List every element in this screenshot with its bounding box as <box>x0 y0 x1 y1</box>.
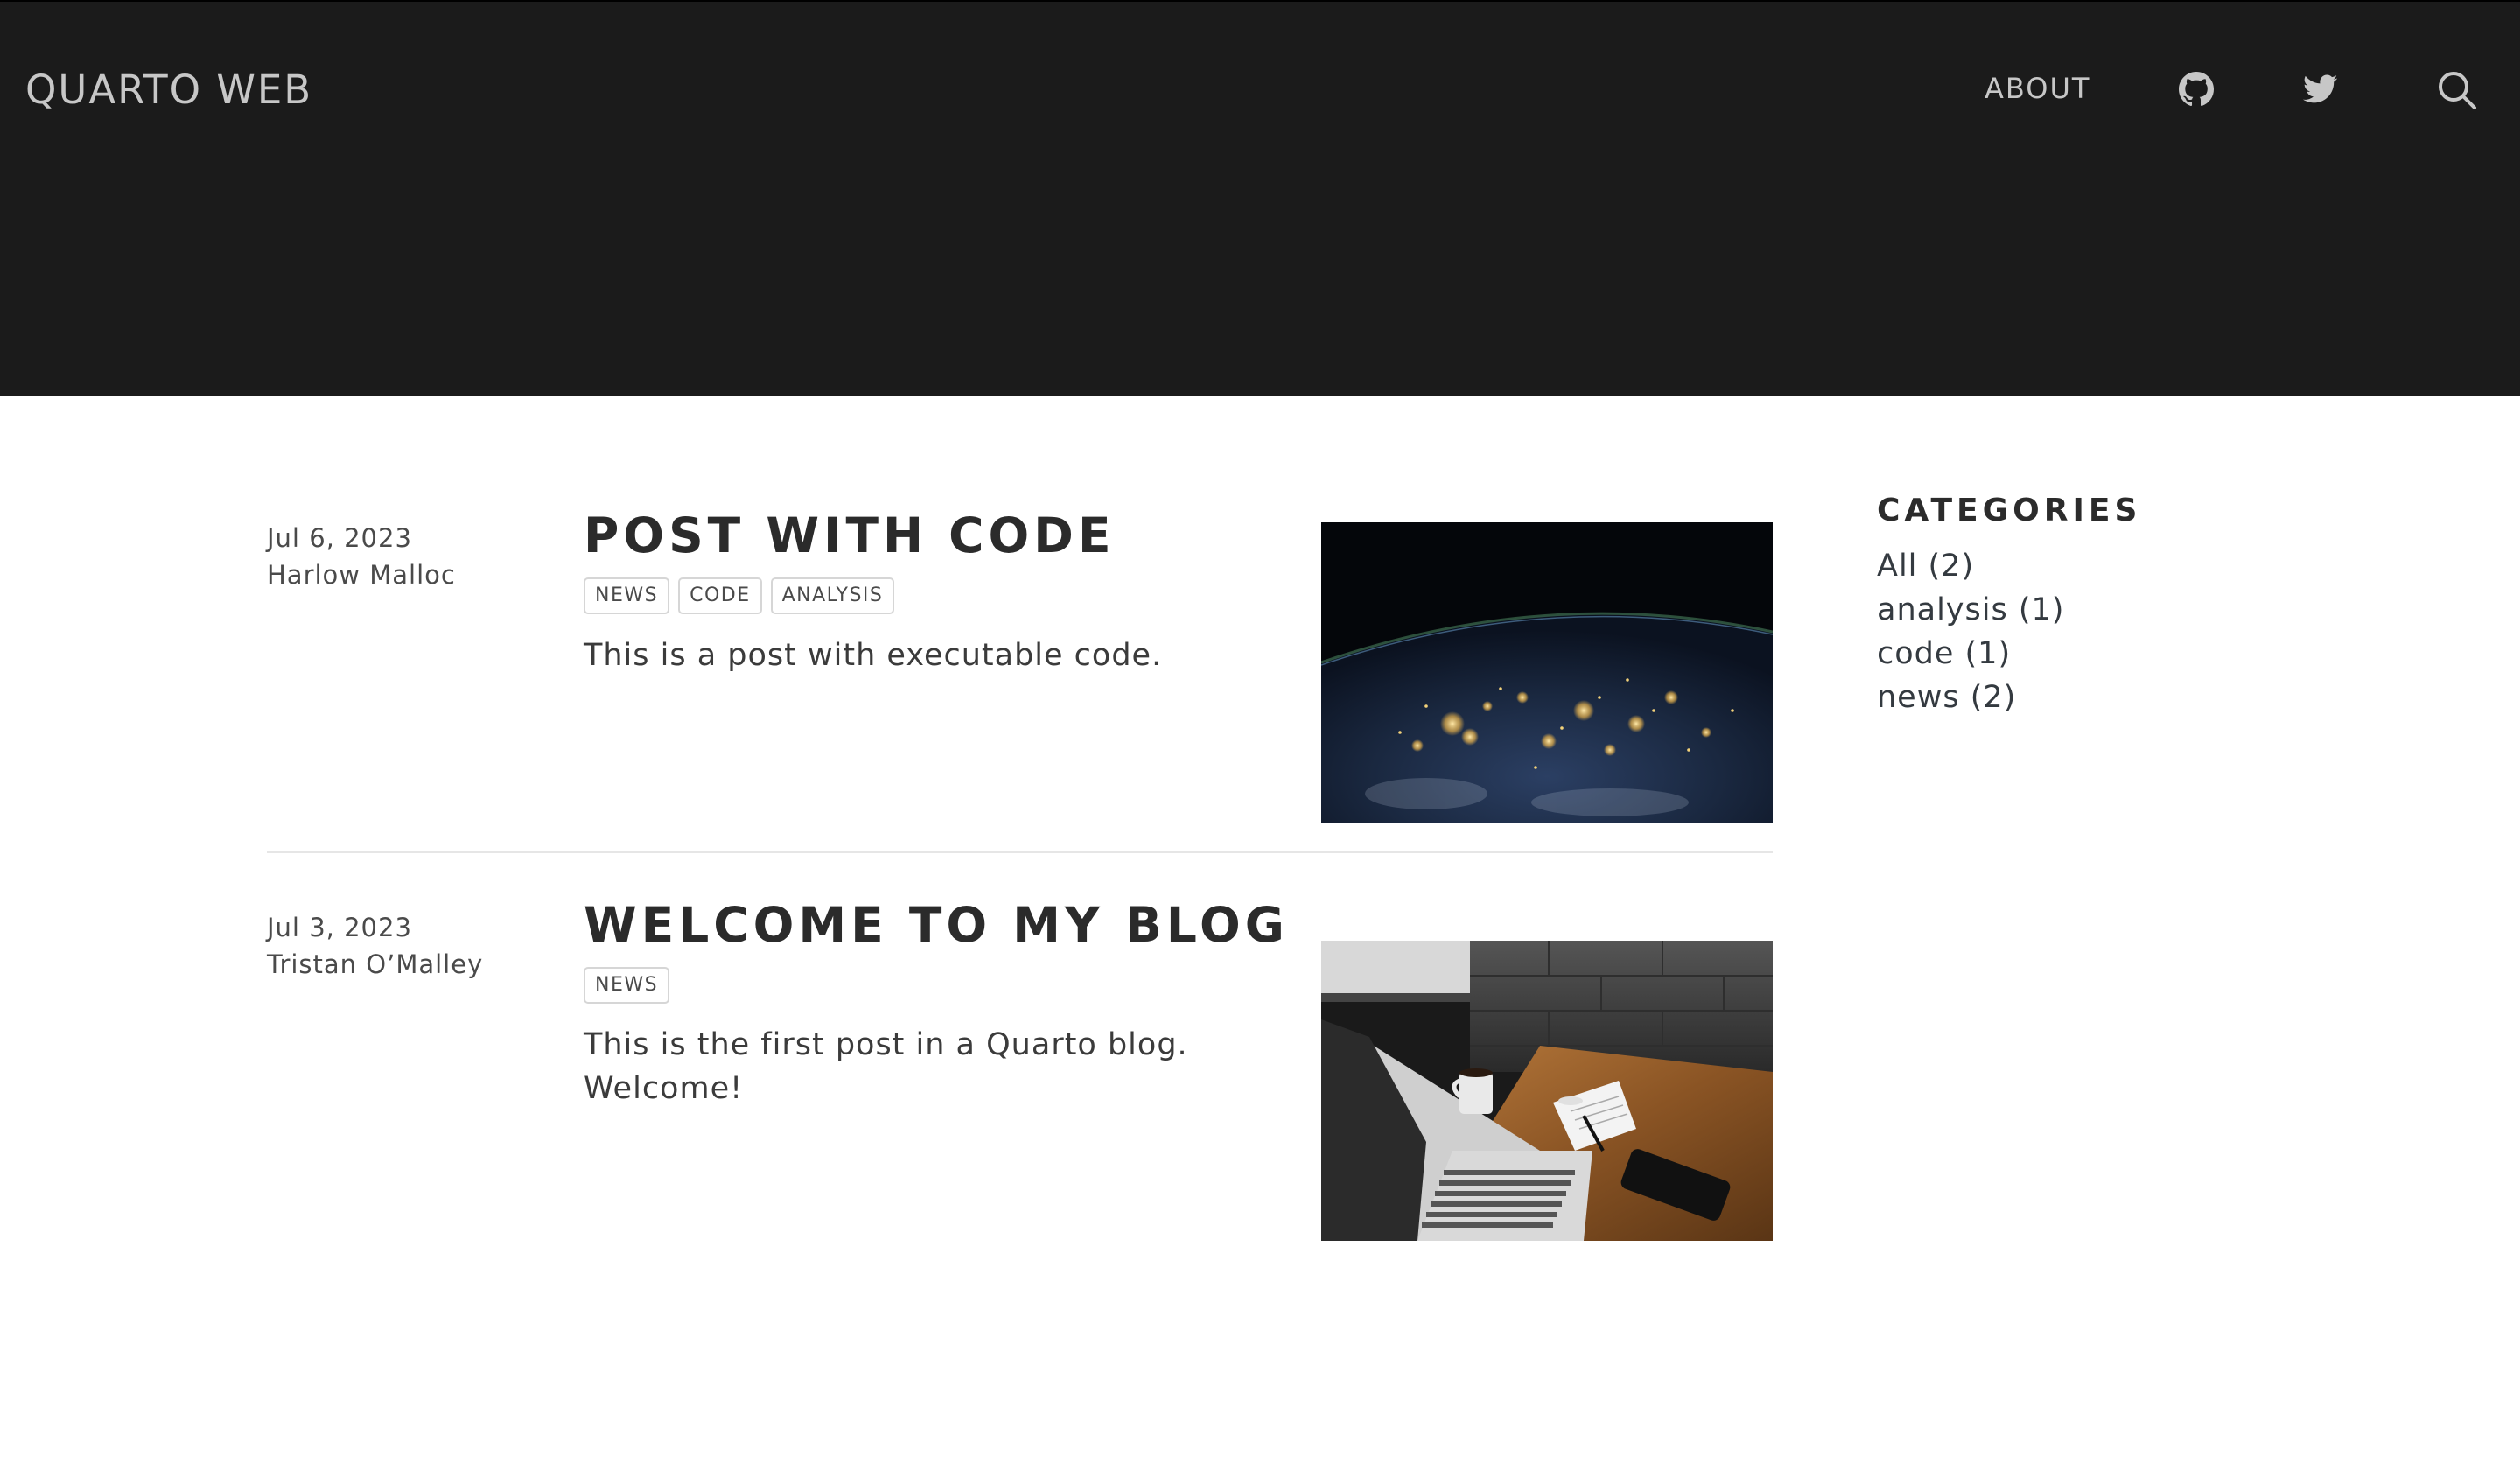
post-listing-item[interactable]: Jul 3, 2023 Tristan O’Malley WELCOME TO … <box>267 897 1773 1264</box>
tag-analysis[interactable]: ANALYSIS <box>770 578 895 614</box>
post-date: Jul 3, 2023 <box>267 913 412 942</box>
post-thumbnail-laptop-desk[interactable] <box>1321 941 1773 1241</box>
post-title[interactable]: WELCOME TO MY BLOG <box>584 897 1284 953</box>
nav-item-about[interactable]: ABOUT <box>1984 72 2090 105</box>
search-icon[interactable] <box>2436 69 2478 111</box>
category-news[interactable]: news (2) <box>1877 676 2314 719</box>
post-body: WELCOME TO MY BLOG NEWS This is the firs… <box>584 897 1284 1110</box>
post-title[interactable]: POST WITH CODE <box>584 508 1266 564</box>
tag-code[interactable]: CODE <box>678 578 762 614</box>
post-meta: Jul 6, 2023 Harlow Malloc <box>267 520 456 593</box>
category-code[interactable]: code (1) <box>1877 632 2314 676</box>
categories-list: All (2) analysis (1) code (1) news (2) <box>1877 544 2314 719</box>
github-icon[interactable] <box>2177 70 2216 108</box>
categories-heading: CATEGORIES <box>1877 493 2142 528</box>
post-listing-item[interactable]: Jul 6, 2023 Harlow Malloc POST WITH CODE… <box>267 508 1773 853</box>
post-description: This is the first post in a Quarto blog.… <box>584 1027 1188 1106</box>
twitter-icon[interactable] <box>2301 70 2340 108</box>
post-date: Jul 6, 2023 <box>267 523 412 553</box>
post-tags: NEWS <box>584 967 1266 1004</box>
post-description: This is a post with executable code. <box>584 638 1163 673</box>
navbar: QUARTO WEB ABOUT <box>0 2 2520 396</box>
post-meta: Jul 3, 2023 Tristan O’Malley <box>267 909 483 983</box>
category-analysis[interactable]: analysis (1) <box>1877 588 2314 632</box>
post-author: Harlow Malloc <box>267 560 456 590</box>
tag-news[interactable]: NEWS <box>584 967 670 1004</box>
site-title[interactable]: QUARTO WEB <box>25 66 312 113</box>
post-tags: NEWS CODE ANALYSIS <box>584 578 1266 614</box>
post-body: POST WITH CODE NEWS CODE ANALYSIS This i… <box>584 508 1266 677</box>
categories-sidebar: CATEGORIES All (2) analysis (1) code (1)… <box>1877 490 2314 719</box>
post-thumbnail-earth-at-night[interactable] <box>1321 522 1773 822</box>
tag-news[interactable]: NEWS <box>584 578 670 614</box>
category-all[interactable]: All (2) <box>1877 544 2314 588</box>
post-author: Tristan O’Malley <box>267 949 484 979</box>
